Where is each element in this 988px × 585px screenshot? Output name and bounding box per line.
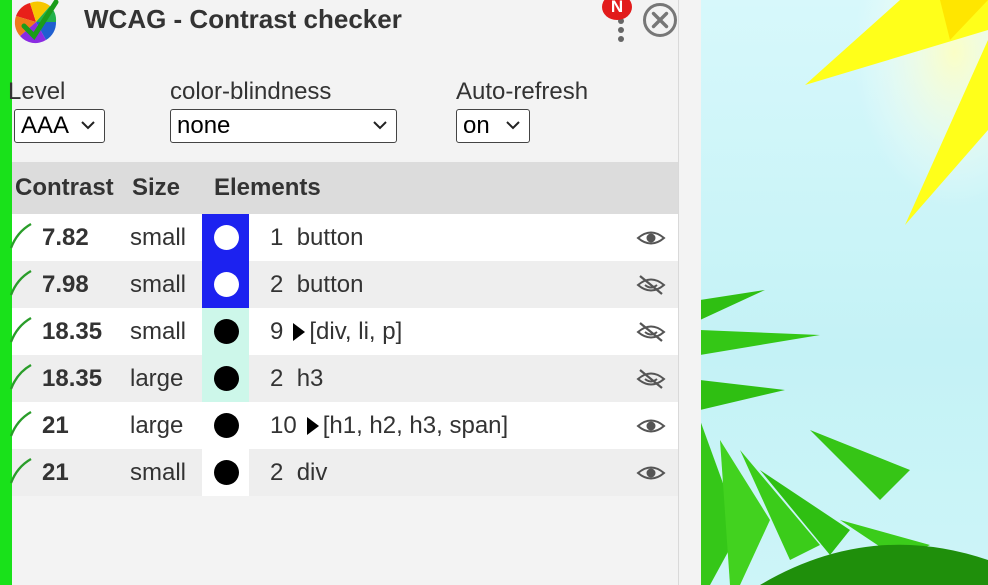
notification-badge[interactable]: N (602, 0, 632, 20)
element-group[interactable]: 2 button (270, 261, 363, 308)
element-count: 2 (270, 365, 284, 392)
pass-check-icon (9, 410, 32, 437)
auto-refresh-select[interactable]: on (456, 109, 530, 143)
level-select-value: AAA (21, 112, 70, 139)
element-types: [h1, h2, h3, span] (322, 412, 509, 439)
contrast-ratio: 18.35 (42, 318, 103, 345)
close-icon[interactable] (642, 2, 678, 38)
pass-check-icon (9, 363, 32, 390)
color-blindness-label: color-blindness (170, 78, 332, 105)
color-blindness-select[interactable]: none (170, 109, 397, 143)
element-group[interactable]: 9 [div, li, p] (270, 308, 402, 355)
panel-scroll-gutter (678, 0, 701, 585)
eye-icon[interactable] (636, 461, 666, 485)
pass-check-icon (9, 457, 32, 484)
color-swatch (202, 355, 249, 402)
contrast-ratio: 21 (42, 412, 69, 439)
contrast-ratio: 21 (42, 459, 69, 486)
element-count: 2 (270, 459, 284, 486)
column-header-elements[interactable]: Elements (214, 162, 321, 214)
color-swatch (202, 449, 249, 496)
element-group[interactable]: 2 div (270, 449, 327, 496)
element-group[interactable]: 10 [h1, h2, h3, span] (270, 402, 508, 449)
element-types: div (296, 459, 328, 486)
chevron-down-icon (81, 121, 95, 130)
foreground-color-dot (214, 272, 239, 297)
app-title: WCAG - Contrast checker (84, 4, 402, 34)
color-swatch (202, 261, 249, 308)
expand-triangle-icon[interactable] (306, 417, 319, 435)
element-types: h3 (296, 365, 324, 392)
color-blindness-select-value: none (177, 112, 231, 139)
eye-icon[interactable] (636, 414, 666, 438)
contrast-checker-panel: WCAG - Contrast checker N Level AAA colo… (8, 0, 678, 585)
text-size: small (130, 271, 187, 298)
page-background (700, 0, 988, 585)
foreground-color-dot (214, 413, 239, 438)
results-table-header: Contrast Size Elements (12, 162, 678, 214)
column-header-size[interactable]: Size (132, 162, 180, 214)
element-count: 2 (270, 271, 284, 298)
table-row[interactable]: 7.82 small 1 button (9, 214, 678, 261)
element-types: button (296, 224, 364, 251)
background-illustration (700, 0, 988, 585)
eye-slash-icon[interactable] (636, 367, 666, 391)
pass-check-icon (9, 222, 32, 249)
element-count: 9 (270, 318, 284, 345)
foreground-color-dot (214, 319, 239, 344)
text-size: small (130, 318, 187, 345)
text-size: large (130, 365, 184, 392)
chevron-down-icon (373, 121, 387, 130)
color-swatch (202, 402, 249, 449)
column-header-contrast[interactable]: Contrast (15, 162, 114, 214)
table-row[interactable]: 18.35 small 9 [div, li, p] (9, 308, 678, 355)
contrast-ratio: 7.98 (42, 271, 89, 298)
pass-check-icon (9, 269, 32, 296)
table-row[interactable]: 21 large 10 [h1, h2, h3, span] (9, 402, 678, 449)
element-count: 10 (270, 412, 297, 439)
foreground-color-dot (214, 225, 239, 250)
pass-check-icon (9, 316, 32, 343)
table-row[interactable]: 21 small 2 div (9, 449, 678, 496)
color-swatch (202, 214, 249, 261)
contrast-ratio: 18.35 (42, 365, 103, 392)
table-row[interactable]: 18.35 large 2 h3 (9, 355, 678, 402)
element-group[interactable]: 2 h3 (270, 355, 323, 402)
foreground-color-dot (214, 366, 239, 391)
element-types: button (296, 271, 364, 298)
contrast-ratio: 7.82 (42, 224, 89, 251)
chevron-down-icon (506, 121, 520, 130)
foreground-color-dot (214, 460, 239, 485)
auto-refresh-select-value: on (463, 112, 490, 139)
element-types: [div, li, p] (309, 318, 403, 345)
eye-icon[interactable] (636, 226, 666, 250)
expand-triangle-icon[interactable] (293, 323, 306, 341)
eye-slash-icon[interactable] (636, 273, 666, 297)
app-logo-icon (14, 0, 59, 44)
level-select[interactable]: AAA (14, 109, 105, 143)
element-group[interactable]: 1 button (270, 214, 363, 261)
eye-slash-icon[interactable] (636, 320, 666, 344)
level-label: Level (8, 78, 66, 105)
table-row[interactable]: 7.98 small 2 button (9, 261, 678, 308)
color-swatch (202, 308, 249, 355)
text-size: small (130, 224, 187, 251)
text-size: small (130, 459, 187, 486)
auto-refresh-label: Auto-refresh (456, 78, 589, 105)
element-count: 1 (270, 224, 284, 251)
text-size: large (130, 412, 184, 439)
